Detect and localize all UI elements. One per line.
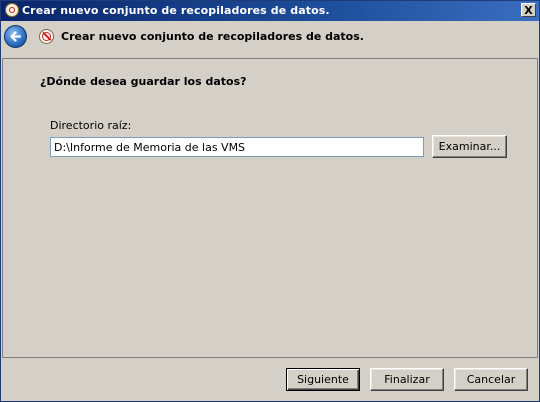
page-question: ¿Dónde desea guardar los datos?	[40, 75, 247, 88]
wizard-content: ¿Dónde desea guardar los datos? Director…	[2, 58, 538, 358]
root-directory-label: Directorio raíz:	[50, 119, 132, 132]
cancel-button[interactable]: Cancelar	[454, 368, 528, 391]
wizard-window: Crear nuevo conjunto de recopiladores de…	[0, 0, 540, 402]
next-button[interactable]: Siguiente	[286, 368, 360, 391]
title-bar: Crear nuevo conjunto de recopiladores de…	[1, 1, 539, 21]
close-icon: X	[524, 3, 533, 17]
back-arrow-icon	[10, 31, 22, 42]
wizard-title: Crear nuevo conjunto de recopiladores de…	[61, 30, 364, 43]
wizard-header: Crear nuevo conjunto de recopiladores de…	[1, 21, 539, 57]
back-button[interactable]	[4, 25, 27, 48]
close-button[interactable]: X	[521, 3, 536, 17]
wizard-icon	[39, 29, 54, 44]
performance-monitor-icon	[5, 3, 19, 17]
browse-button[interactable]: Examinar...	[432, 135, 507, 158]
root-directory-input[interactable]	[50, 137, 424, 157]
finish-button[interactable]: Finalizar	[370, 368, 444, 391]
window-title: Crear nuevo conjunto de recopiladores de…	[22, 4, 330, 17]
